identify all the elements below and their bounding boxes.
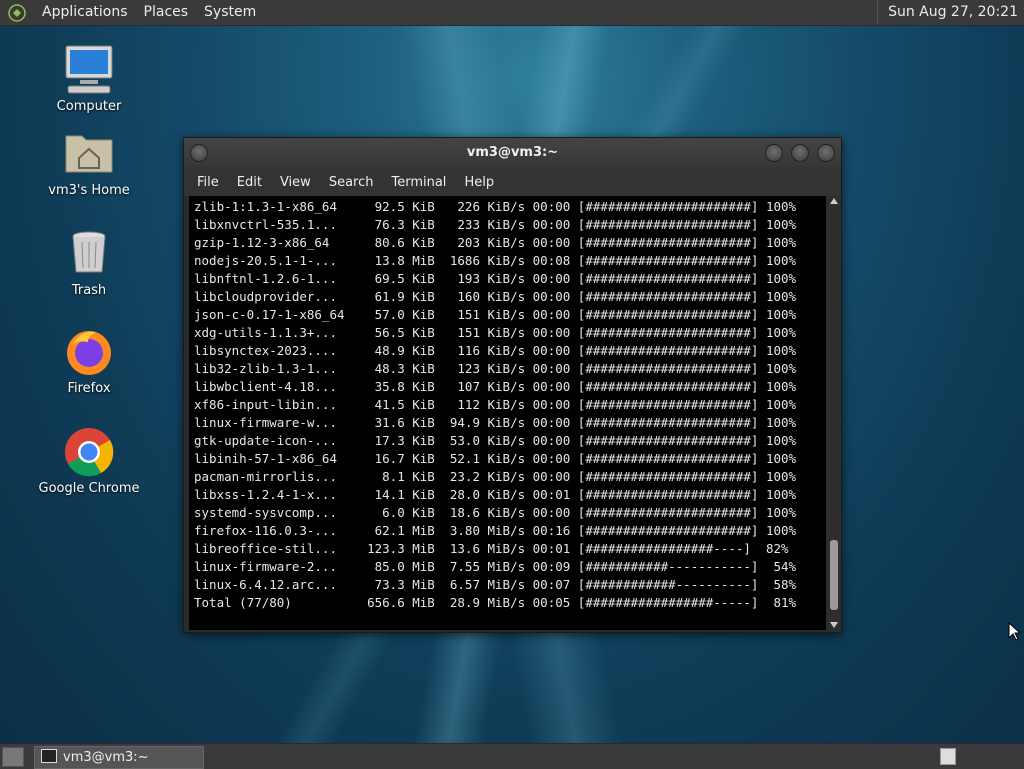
terminal-window: vm3@vm3:~ File Edit View Search Terminal… bbox=[183, 137, 842, 633]
minimize-button[interactable] bbox=[765, 144, 783, 162]
menu-help[interactable]: Help bbox=[455, 175, 503, 190]
bottom-panel: vm3@vm3:~ bbox=[0, 743, 1024, 769]
desktop-icon-home[interactable]: vm3's Home bbox=[34, 128, 144, 198]
taskbar-item-label: vm3@vm3:~ bbox=[63, 750, 149, 765]
menu-terminal[interactable]: Terminal bbox=[382, 175, 455, 190]
menu-file[interactable]: File bbox=[188, 175, 228, 190]
scroll-up-icon[interactable] bbox=[830, 198, 838, 204]
scrollbar-thumb[interactable] bbox=[830, 540, 838, 610]
workspace-switcher[interactable] bbox=[940, 748, 956, 765]
terminal-icon bbox=[41, 749, 57, 763]
window-title: vm3@vm3:~ bbox=[466, 145, 559, 160]
desktop-icon-label: Firefox bbox=[67, 381, 111, 396]
computer-icon bbox=[62, 44, 116, 96]
window-menu-button[interactable] bbox=[190, 144, 208, 162]
desktop-icon-chrome[interactable]: Google Chrome bbox=[34, 426, 144, 496]
trash-icon bbox=[62, 228, 116, 280]
distro-logo-icon[interactable] bbox=[8, 3, 26, 22]
system-menu[interactable]: System bbox=[196, 0, 264, 25]
home-folder-icon bbox=[62, 128, 116, 180]
clock[interactable]: Sun Aug 27, 20:21 bbox=[877, 0, 1024, 25]
menu-search[interactable]: Search bbox=[320, 175, 383, 190]
desktop-icon-label: Trash bbox=[71, 283, 107, 298]
firefox-icon bbox=[62, 326, 116, 378]
taskbar-item-terminal[interactable]: vm3@vm3:~ bbox=[34, 746, 204, 769]
terminal-output[interactable]: zlib-1:1.3-1-x86_64 92.5 KiB 226 KiB/s 0… bbox=[189, 196, 826, 630]
terminal-menubar: File Edit View Search Terminal Help bbox=[184, 168, 841, 196]
chrome-icon bbox=[62, 426, 116, 478]
desktop-icon-firefox[interactable]: Firefox bbox=[34, 326, 144, 396]
window-titlebar[interactable]: vm3@vm3:~ bbox=[184, 138, 841, 168]
applications-menu[interactable]: Applications bbox=[34, 0, 136, 25]
desktop-icon-trash[interactable]: Trash bbox=[34, 228, 144, 298]
desktop-icon-computer[interactable]: Computer bbox=[34, 44, 144, 114]
terminal-text: zlib-1:1.3-1-x86_64 92.5 KiB 226 KiB/s 0… bbox=[194, 199, 797, 610]
terminal-scrollbar[interactable] bbox=[827, 196, 841, 630]
close-button[interactable] bbox=[817, 144, 835, 162]
menu-view[interactable]: View bbox=[271, 175, 320, 190]
top-panel: Applications Places System Sun Aug 27, 2… bbox=[0, 0, 1024, 26]
desktop-icon-label: Computer bbox=[56, 99, 122, 114]
mouse-cursor-icon bbox=[1008, 622, 1020, 641]
maximize-button[interactable] bbox=[791, 144, 809, 162]
show-desktop-button[interactable] bbox=[2, 747, 24, 767]
places-menu[interactable]: Places bbox=[136, 0, 197, 25]
menu-edit[interactable]: Edit bbox=[228, 175, 271, 190]
desktop-icon-label: Google Chrome bbox=[38, 481, 140, 496]
desktop-icon-label: vm3's Home bbox=[48, 183, 130, 198]
scroll-down-icon[interactable] bbox=[830, 622, 838, 628]
